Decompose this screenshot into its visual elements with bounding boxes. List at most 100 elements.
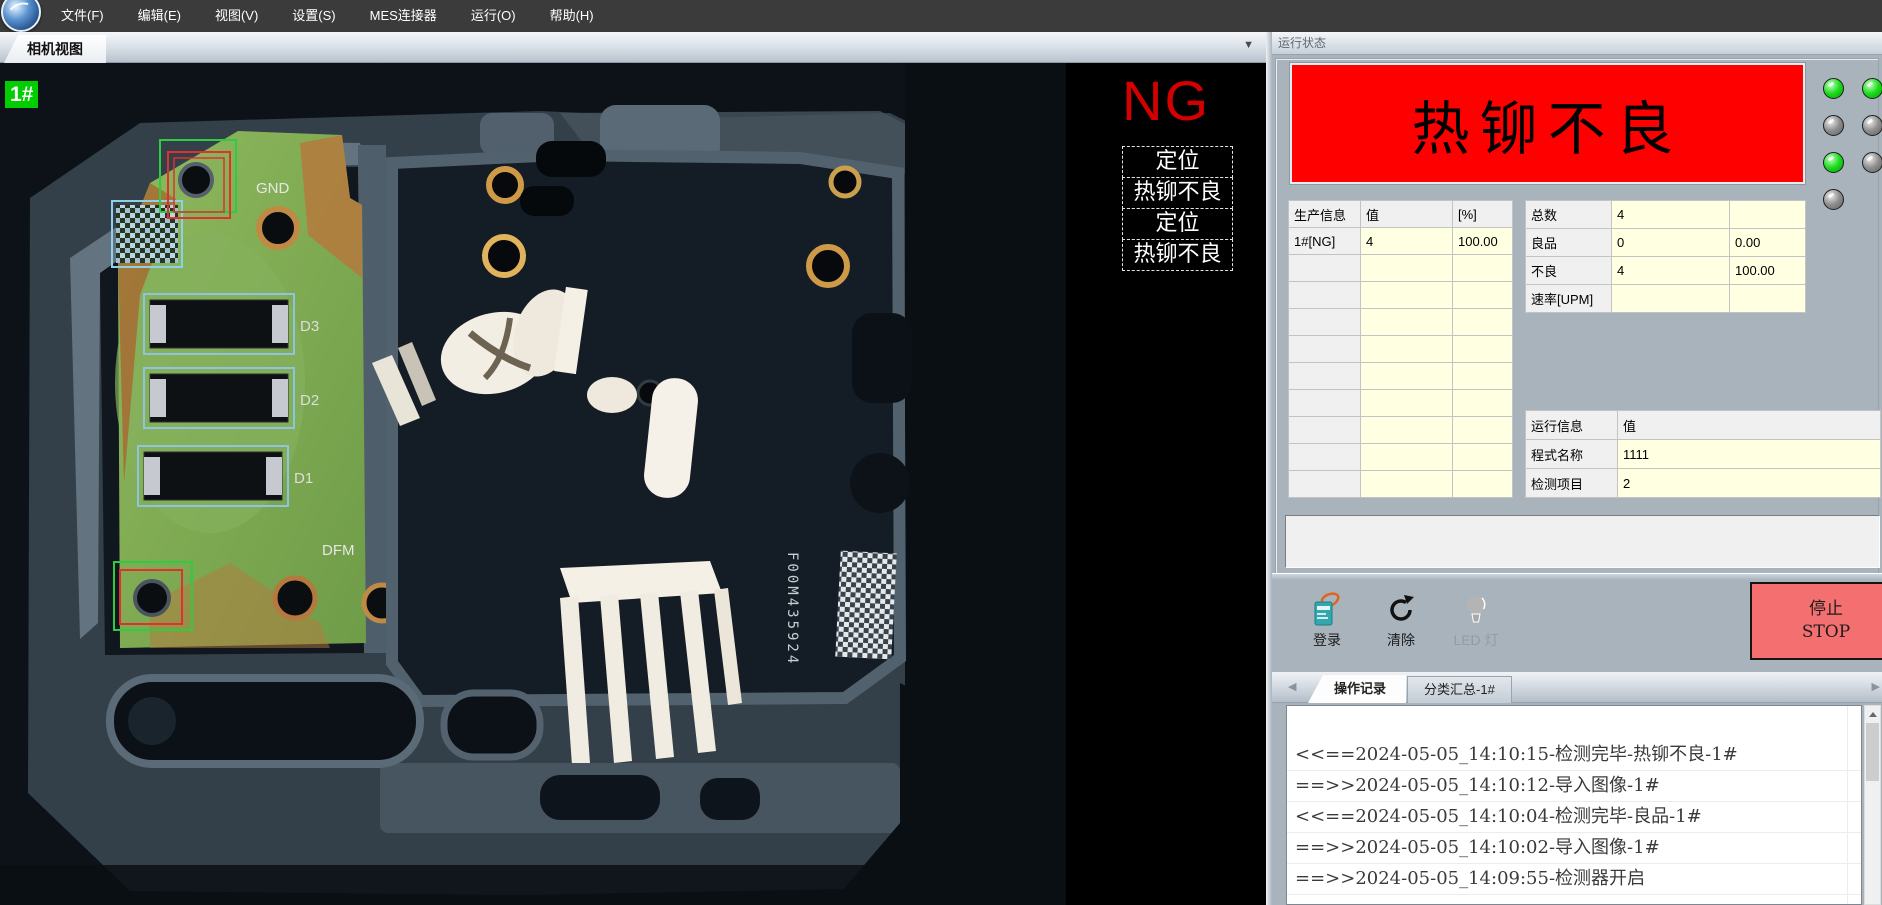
table-row [1289, 255, 1513, 282]
status-light-3 [1862, 115, 1882, 136]
log-tabs: 操作记录分类汇总-1# [1308, 675, 1513, 703]
row-label-cell [1289, 336, 1361, 363]
menu-item-2[interactable]: 视图(V) [198, 0, 275, 32]
value-cell [1361, 336, 1453, 363]
table-row: 不良4100.00 [1526, 257, 1806, 285]
pcb-label-d3: D3 [300, 318, 319, 335]
log-entry-4[interactable]: ==>>2024-05-05_14:09:55-检测器开启 [1287, 864, 1861, 895]
value-cell: 2 [1618, 469, 1881, 498]
value-cell: 4 [1361, 228, 1453, 255]
tab-camera-view[interactable]: 相机视图 [4, 35, 106, 63]
horizontal-splitter[interactable] [1272, 573, 1882, 580]
camera-tabstrip: 相机视图 ▼ [0, 32, 1266, 63]
stats-table: 总数4良品00.00不良4100.00速率[UPM] [1525, 200, 1806, 313]
panel-dropdown-icon[interactable]: ▼ [1243, 39, 1254, 51]
value-cell [1453, 336, 1513, 363]
value-cell [1361, 282, 1453, 309]
tab-scroll-right-icon[interactable]: ▶ [1872, 680, 1880, 693]
scroll-thumb[interactable] [1866, 723, 1879, 781]
clear-button[interactable]: 清除 [1373, 590, 1429, 650]
panel-title: 运行状态 [1272, 32, 1882, 55]
value-cell: 4 [1612, 257, 1730, 285]
row-label-cell: 总数 [1526, 201, 1612, 229]
column-header: [%] [1453, 201, 1513, 228]
table-row: 速率[UPM] [1526, 285, 1806, 313]
menu-item-4[interactable]: MES连接器 [353, 0, 454, 32]
led-label: LED 灯 [1442, 630, 1510, 650]
login-badge-icon [1308, 590, 1346, 628]
menu-item-5[interactable]: 运行(O) [454, 0, 533, 32]
log-tab-1[interactable]: 分类汇总-1# [1407, 676, 1512, 703]
log-scrollbar[interactable] [1864, 705, 1881, 905]
value-cell [1361, 309, 1453, 336]
row-label-cell [1289, 255, 1361, 282]
row-label-cell: 良品 [1526, 229, 1612, 257]
value-cell [1361, 363, 1453, 390]
menu-item-3[interactable]: 设置(S) [275, 0, 352, 32]
table-row [1289, 363, 1513, 390]
value-cell [1730, 201, 1806, 229]
camera-image: GND D3 D2 D1 DFM [0, 63, 1266, 905]
row-label-cell: 不良 [1526, 257, 1612, 285]
log-entry-1[interactable]: ==>>2024-05-05_14:10:12-导入图像-1# [1287, 771, 1861, 802]
table-row: 总数4 [1526, 201, 1806, 229]
row-label-cell [1289, 471, 1361, 498]
value-cell [1453, 282, 1513, 309]
led-light-button[interactable]: LED 灯 [1442, 590, 1510, 650]
pcb-label-d1: D1 [294, 470, 313, 487]
message-box[interactable] [1285, 515, 1880, 568]
value-cell [1361, 417, 1453, 444]
log-tab-0[interactable]: 操作记录 [1308, 675, 1406, 703]
detect-label-0: 定位 [1122, 146, 1233, 178]
table-row [1289, 282, 1513, 309]
login-label: 登录 [1299, 630, 1355, 650]
column-header: 运行信息 [1526, 411, 1618, 440]
value-cell: 100.00 [1453, 228, 1513, 255]
pcb-label-dfm: DFM [322, 542, 355, 559]
value-cell: 100.00 [1730, 257, 1806, 285]
value-cell: 1111 [1618, 440, 1881, 469]
log-entry-2[interactable]: <<==2024-05-05_14:10:04-检测完毕-良品-1# [1287, 802, 1861, 833]
tab-scroll-left-icon[interactable]: ◀ [1288, 680, 1296, 693]
menu-item-0[interactable]: 文件(F) [44, 0, 121, 32]
stop-label-cn: 停止 [1809, 598, 1843, 621]
detect-label-2: 定位 [1122, 208, 1233, 240]
row-label-cell: 速率[UPM] [1526, 285, 1612, 313]
menu-item-1[interactable]: 编辑(E) [121, 0, 198, 32]
row-label-cell [1289, 282, 1361, 309]
column-header: 值 [1361, 201, 1453, 228]
value-cell: 4 [1612, 201, 1730, 229]
login-button[interactable]: 登录 [1299, 590, 1355, 650]
table-row: 程式名称1111 [1526, 440, 1881, 469]
status-light-4 [1823, 152, 1844, 173]
value-cell [1453, 309, 1513, 336]
table-row: 1#[NG]4100.00 [1289, 228, 1513, 255]
row-label-cell: 程式名称 [1526, 440, 1618, 469]
value-cell [1453, 363, 1513, 390]
status-light-2 [1823, 115, 1844, 136]
menu-item-6[interactable]: 帮助(H) [533, 0, 611, 32]
status-lights [1823, 78, 1882, 210]
clear-arrow-icon [1382, 590, 1420, 628]
detect-label-1: 热铆不良 [1122, 177, 1233, 209]
log-entry-3[interactable]: ==>>2024-05-05_14:10:02-导入图像-1# [1287, 833, 1861, 864]
stop-button[interactable]: 停止 STOP [1750, 582, 1882, 660]
result-overlay-ng: NG [1122, 73, 1210, 129]
detect-label-3: 热铆不良 [1122, 239, 1233, 271]
row-label-cell [1289, 417, 1361, 444]
log-entry-0[interactable]: <<==2024-05-05_14:10:15-检测完毕-热铆不良-1# [1287, 740, 1861, 771]
value-cell [1453, 417, 1513, 444]
value-cell [1361, 471, 1453, 498]
status-light-0 [1823, 78, 1844, 99]
table-row [1289, 471, 1513, 498]
production-table: 生产信息值[%]1#[NG]4100.00 [1288, 200, 1513, 498]
value-cell [1730, 285, 1806, 313]
table-row [1289, 444, 1513, 471]
scroll-up-icon[interactable] [1865, 706, 1880, 722]
row-label-cell [1289, 390, 1361, 417]
log-tabstrip: ◀ 操作记录分类汇总-1# ▶ [1272, 672, 1882, 703]
fixture-serial-text: F00M435924 [784, 552, 800, 666]
status-light-6 [1823, 189, 1844, 210]
table-row [1289, 309, 1513, 336]
value-cell [1453, 471, 1513, 498]
